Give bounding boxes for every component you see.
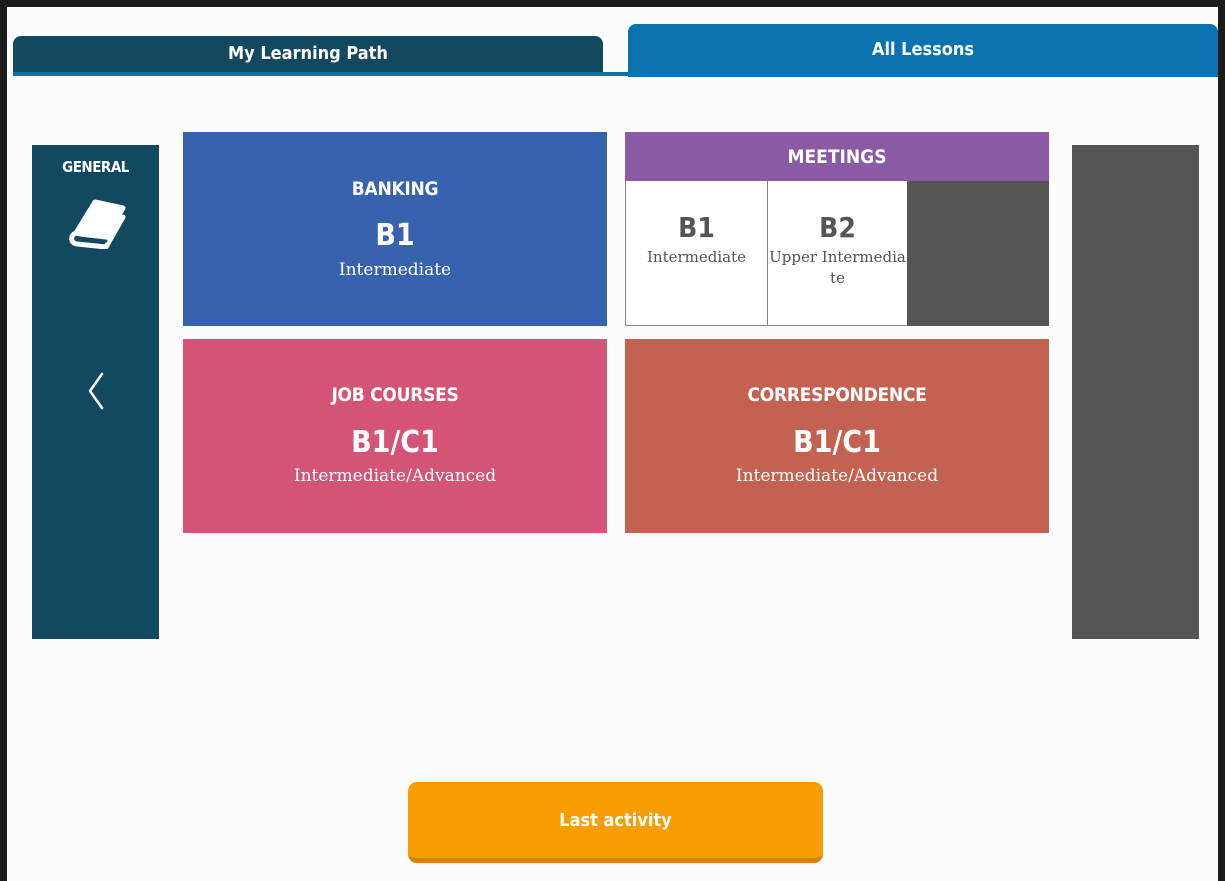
course-level: B1/C1: [351, 425, 439, 460]
category-sidebar-left: GENERAL: [32, 145, 159, 639]
meetings-level-b2[interactable]: B2 Upper Intermediate: [768, 181, 907, 326]
course-level: B1: [375, 218, 415, 253]
course-title: CORRESPONDENCE: [747, 384, 927, 406]
tab-all-lessons[interactable]: All Lessons: [628, 24, 1218, 77]
course-card-correspondence[interactable]: CORRESPONDENCE B1/C1 Intermediate/Advanc…: [625, 339, 1049, 533]
course-card-banking[interactable]: BANKING B1 Intermediate: [183, 132, 607, 326]
course-level-description: Intermediate/Advanced: [293, 466, 497, 486]
course-level-description: Upper Intermediate: [769, 248, 906, 287]
course-level: B1/C1: [793, 425, 881, 460]
meetings-empty-slot: [907, 181, 1049, 326]
course-level: B1: [678, 211, 715, 244]
chevron-left-icon[interactable]: [84, 370, 108, 412]
course-level-description: Intermediate/Advanced: [735, 466, 939, 486]
course-level-description: Intermediate: [646, 248, 746, 266]
course-level-description: Intermediate: [338, 260, 452, 280]
meetings-level-b1[interactable]: B1 Intermediate: [626, 181, 768, 326]
course-title: MEETINGS: [625, 132, 1049, 181]
book-icon: [69, 199, 126, 249]
course-title: JOB COURSES: [331, 384, 459, 406]
course-title: BANKING: [351, 178, 439, 200]
tab-my-learning-path[interactable]: My Learning Path: [13, 36, 603, 75]
course-level: B2: [819, 211, 856, 244]
category-sidebar-right[interactable]: [1072, 145, 1199, 639]
course-card-job-courses[interactable]: JOB COURSES B1/C1 Intermediate/Advanced: [183, 339, 607, 533]
category-label: GENERAL: [62, 158, 129, 176]
course-card-meetings: MEETINGS B1 Intermediate B2 Upper Interm…: [625, 132, 1049, 326]
tab-underline: [13, 72, 1218, 76]
last-activity-button[interactable]: Last activity: [408, 782, 823, 863]
